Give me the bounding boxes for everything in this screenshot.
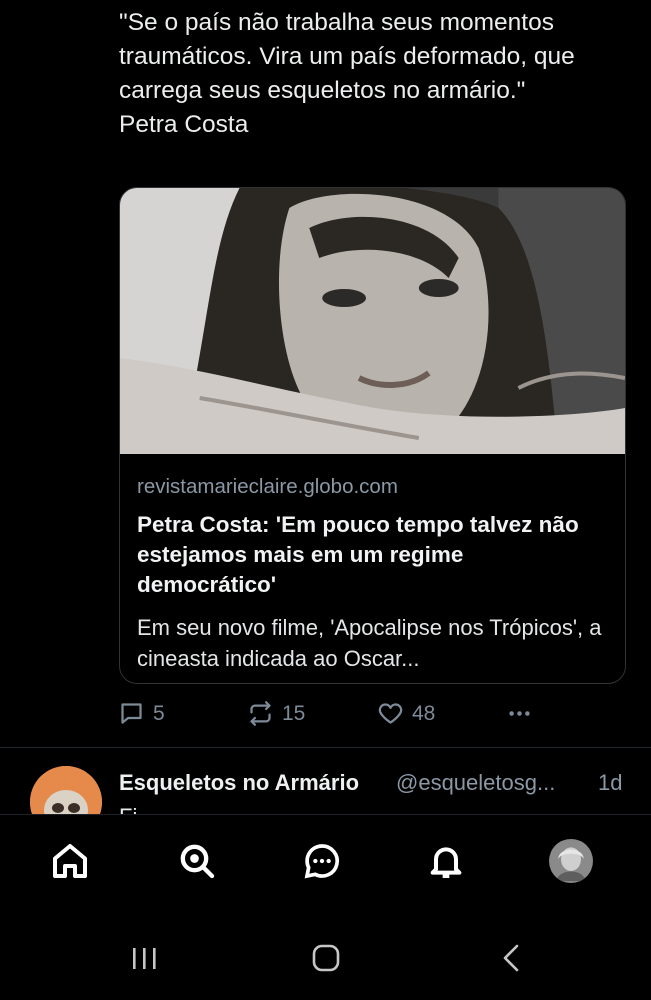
heart-icon [378,703,403,724]
system-home-button[interactable] [311,943,341,973]
repost-count: 15 [282,701,306,725]
link-card-domain[interactable]: revistamarieclaire.globo.com [137,475,398,499]
reply-count: 5 [153,701,165,725]
more-options-button[interactable] [506,700,533,727]
search-icon [180,844,215,879]
recent-apps-button[interactable] [129,943,159,973]
more-dots-icon [509,711,530,716]
tab-notifications[interactable] [424,839,468,883]
repost-icon [250,701,271,726]
next-post-author-name[interactable]: Esqueletos no Armário [119,770,359,796]
next-post-timestamp: 1d [598,770,623,795]
reply-button[interactable]: 5 [118,700,165,727]
next-post-author-handle[interactable]: @esqueletosg... [396,770,555,796]
tab-profile[interactable] [549,839,593,883]
recent-apps-icon [133,948,156,969]
next-post-text: Fi [119,804,137,814]
profile-avatar [551,841,591,881]
portrait-photo [120,188,625,454]
post-actions: 5 15 48 [0,700,651,730]
repost-button[interactable]: 15 [247,700,305,727]
chat-icon [304,844,339,879]
skull-avatar[interactable] [30,766,102,814]
tab-chat[interactable] [300,839,344,883]
speech-bubble-icon [121,703,142,724]
tab-home[interactable] [48,839,92,883]
link-card-title[interactable]: Petra Costa: 'Em pouco tempo talvez não … [137,510,607,600]
like-count: 48 [412,701,436,725]
system-navigation-bar [0,917,651,1000]
post-text: "Se o país não trabalha seus momentos tr… [119,9,575,138]
back-button[interactable] [498,943,528,973]
next-post[interactable]: Esqueletos no Armário @esqueletosg... 1d… [0,748,651,814]
system-home-icon [312,944,340,972]
bell-icon [430,847,462,878]
home-icon [53,844,87,878]
link-card-description: Em seu novo filme, 'Apocalipse nos Trópi… [137,615,602,671]
tab-search[interactable] [175,839,219,883]
bottom-tab-bar [0,814,651,917]
back-icon [503,944,519,972]
link-card-image[interactable] [120,188,625,454]
like-button[interactable]: 48 [377,700,435,727]
link-card[interactable]: revistamarieclaire.globo.com Petra Costa… [119,187,626,684]
